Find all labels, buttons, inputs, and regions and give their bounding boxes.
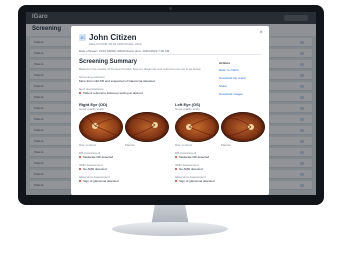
left-eye-disc-image[interactable] (175, 112, 219, 142)
status-dot-icon (175, 156, 177, 158)
left-eye-caption-disc: Disc centred (175, 143, 192, 147)
status-dot-icon (79, 156, 81, 158)
screen: IGaro Screening Patient Patient Patient Pat… (26, 12, 316, 195)
left-eye-macula-image[interactable] (221, 112, 265, 142)
download-report-link[interactable]: Download the report (219, 76, 263, 80)
right-eye-caption-disc: Disc centred (79, 143, 96, 147)
summary-title: Screening Summary (79, 59, 138, 65)
actions-title: Actions (219, 61, 231, 65)
os-amd-value: No AMD detected (175, 167, 203, 171)
os-glaucoma-value: Sign of glaucoma detected (175, 179, 215, 183)
refer-link[interactable]: Refer to Ophth (219, 68, 263, 72)
summary-subtitle: Based on the results of the Eye Fundus T… (79, 67, 201, 71)
webcam-icon (169, 7, 172, 10)
status-dot-icon (175, 168, 177, 170)
monitor-bezel: IGaro Screening Patient Patient Patient Pat… (18, 5, 324, 205)
monitor-stand (151, 205, 189, 223)
patient-summary-modal: × JC John Citizen Male 64 DOB: 09.04.196… (71, 26, 269, 195)
right-eye-quality: Good quality study (79, 107, 104, 111)
download-images-link[interactable]: Download images (219, 92, 263, 96)
exam-details: Date of Exam: 21/10 MRN#: 00020 Exam tim… (79, 49, 170, 53)
monitor-base (112, 222, 228, 236)
patient-meta: Male 64 DOB: 09.04.1960 Mobile: 0412 (89, 42, 142, 46)
os-dr-value: Moderate DR detected (175, 155, 209, 159)
right-eye-caption-macula: Macula (125, 143, 135, 147)
status-dot-icon (79, 180, 81, 182)
right-eye-disc-image[interactable] (79, 112, 123, 142)
od-amd-value: No AMD detected (79, 167, 107, 171)
right-eye-macula-image[interactable] (125, 112, 169, 142)
screening-outcome-text: More than mild DR and suspected of Glauc… (79, 79, 155, 83)
status-dot-icon (175, 180, 177, 182)
share-link[interactable]: Share (219, 84, 263, 88)
od-dr-value: Moderate DR detected (79, 155, 113, 159)
status-dot-icon (79, 168, 81, 170)
next-actions-text: Patient referral to follow-up testing at… (79, 91, 143, 95)
status-dot-icon (79, 92, 81, 94)
close-icon[interactable]: × (259, 30, 263, 36)
left-eye-quality: Good quality study (175, 107, 200, 111)
left-eye-caption-macula: Macula (221, 143, 231, 147)
od-glaucoma-value: Sign of glaucoma detected (79, 179, 119, 183)
avatar: JC (79, 34, 86, 41)
actions-panel: Actions Refer to Ophth Download the repo… (219, 61, 263, 100)
divider (79, 54, 261, 55)
patient-name: John Citizen (89, 33, 137, 42)
